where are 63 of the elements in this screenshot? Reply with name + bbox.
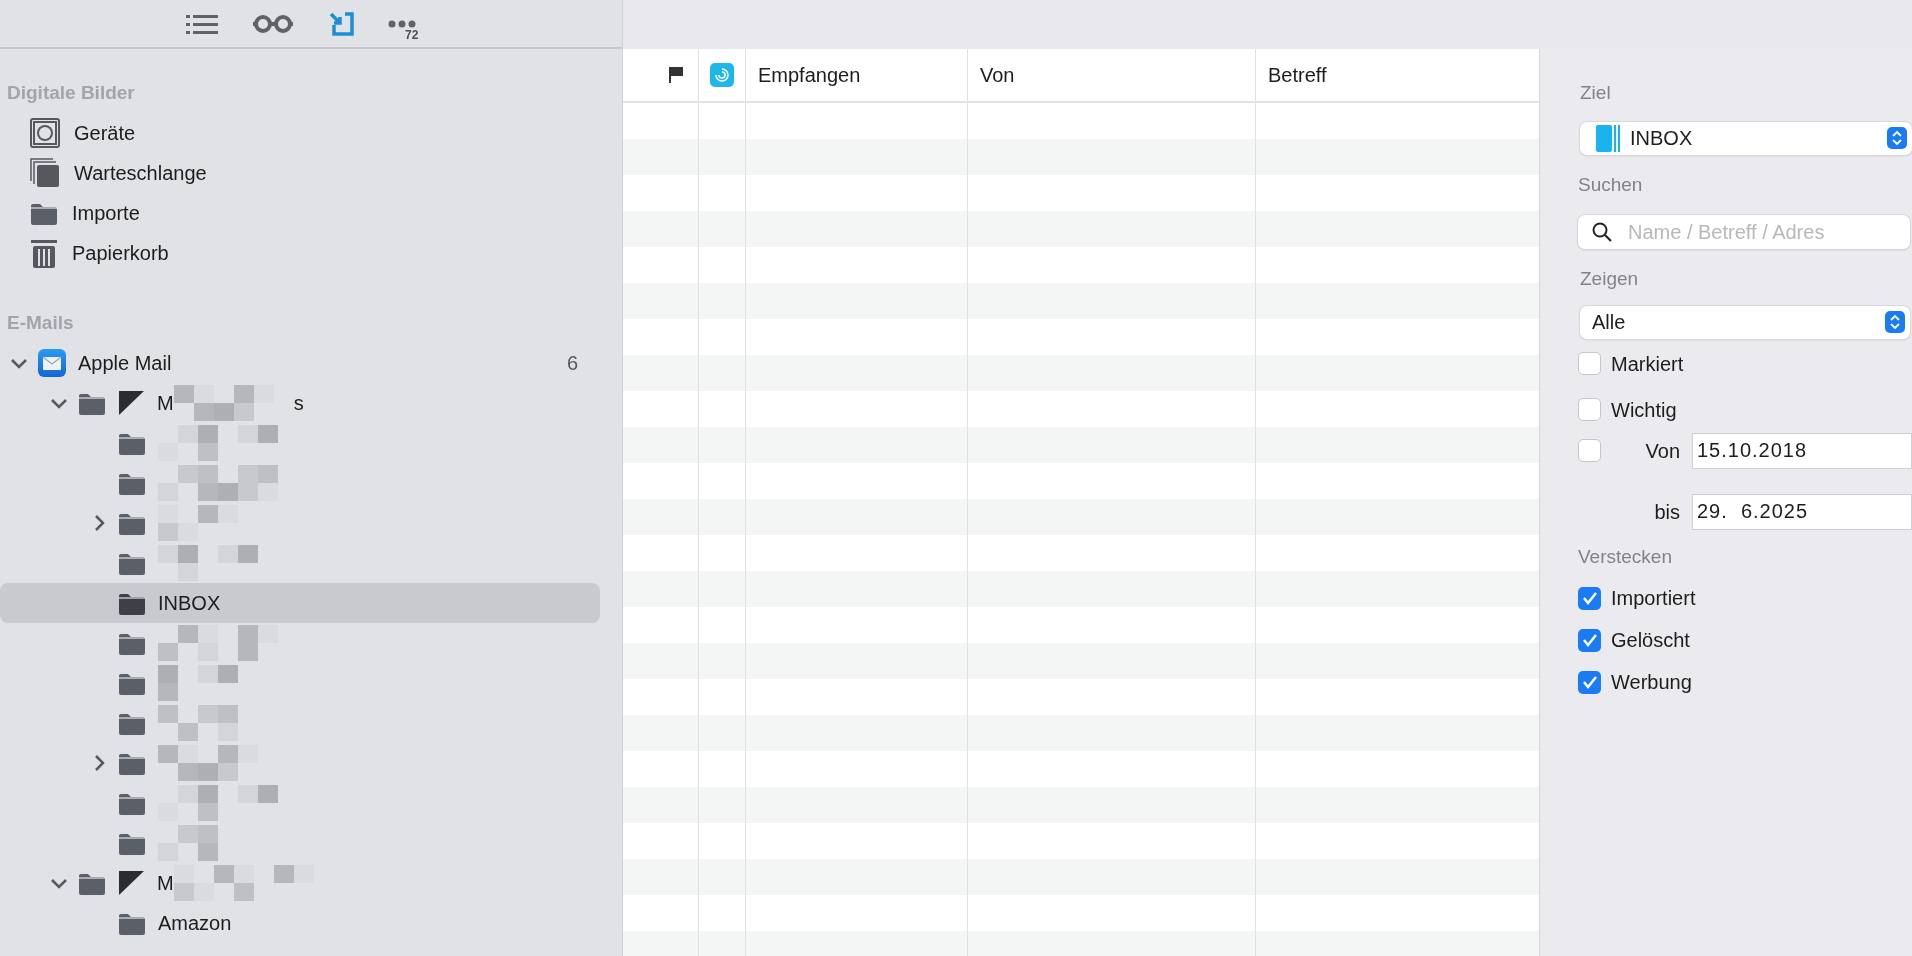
- checkbox[interactable]: [1578, 628, 1601, 652]
- checkbox[interactable]: [1578, 352, 1601, 375]
- sidebar-item[interactable]: Warteschlange: [0, 153, 600, 193]
- date-field[interactable]: 15.10.2018: [1692, 432, 1912, 469]
- checkbox-label: Markiert: [1611, 351, 1684, 377]
- account-icon: [118, 390, 145, 416]
- flag-icon: [669, 66, 684, 84]
- checkbox-label: Werbung: [1611, 670, 1692, 695]
- search-icon: [1592, 222, 1612, 242]
- device-icon: [30, 118, 60, 148]
- tree-item-label: Amazon: [158, 911, 232, 936]
- glasses-icon: [252, 12, 294, 35]
- sidebar-item[interactable]: Importe: [0, 193, 600, 233]
- toolbar-button[interactable]: 72: [388, 3, 420, 44]
- unread-count: 6: [566, 351, 578, 376]
- tree-item-label: M: [157, 871, 174, 896]
- checkbox-label: Gelöscht: [1611, 628, 1690, 653]
- account-icon: [118, 870, 145, 896]
- checkmark-icon: [1581, 591, 1598, 605]
- section-label: Verstecken: [1578, 544, 1673, 569]
- tree-item[interactable]: M: [0, 863, 600, 903]
- import-arrow-icon: [328, 10, 354, 37]
- sidebar-item[interactable]: Papierkorb: [0, 233, 600, 273]
- trash-icon: [30, 237, 58, 269]
- stepper-icon: [1887, 127, 1907, 149]
- column-header[interactable]: Empfangen: [746, 60, 861, 90]
- checkbox[interactable]: [1578, 439, 1601, 462]
- tree-item-label: INBOX: [158, 591, 221, 616]
- checkmark-icon: [1581, 675, 1598, 689]
- list-icon: [186, 12, 218, 35]
- tree-item[interactable]: INBOX: [0, 583, 600, 623]
- checkbox-label: Importiert: [1611, 586, 1696, 611]
- mail-app-icon: [38, 349, 66, 377]
- tree-item[interactable]: Amazon: [0, 903, 600, 943]
- stack-icon: [30, 158, 60, 188]
- column-header[interactable]: Betreff: [1256, 60, 1327, 90]
- tree-item-label: Apple Mail: [78, 351, 172, 376]
- tree-item-label: M: [157, 391, 174, 416]
- section-header: E-Mails: [6, 310, 75, 335]
- section-label: Suchen: [1578, 172, 1644, 197]
- search-field[interactable]: Name / Betreff / Adres: [1578, 215, 1910, 249]
- stepper-icon: [1885, 311, 1905, 333]
- mailbox-icon: [1596, 123, 1620, 153]
- column-header[interactable]: Von: [968, 60, 1015, 90]
- tree-item-label: s: [293, 391, 304, 416]
- checkbox[interactable]: [1578, 670, 1601, 694]
- tree-item[interactable]: M s: [0, 383, 600, 423]
- date-label: Von: [1644, 438, 1680, 464]
- checkmark-icon: [1581, 633, 1598, 647]
- tree-item[interactable]: Apple Mail 6: [0, 343, 600, 383]
- date-label: bis: [1653, 499, 1680, 525]
- sidebar-item[interactable]: Geräte: [0, 113, 600, 153]
- count-label: 72: [405, 28, 419, 41]
- target-dropdown[interactable]: INBOX: [1580, 121, 1912, 155]
- date-field[interactable]: 29. 6.2025: [1692, 493, 1912, 530]
- section-label: Zeigen: [1580, 267, 1640, 291]
- checkbox[interactable]: [1578, 586, 1601, 610]
- section-label: Ziel: [1580, 81, 1612, 105]
- show-dropdown[interactable]: Alle: [1580, 305, 1910, 339]
- checkbox[interactable]: [1578, 398, 1601, 421]
- app-icon: [710, 63, 734, 87]
- section-header: Digitale Bilder: [6, 80, 136, 105]
- checkbox-label: Wichtig: [1611, 397, 1677, 423]
